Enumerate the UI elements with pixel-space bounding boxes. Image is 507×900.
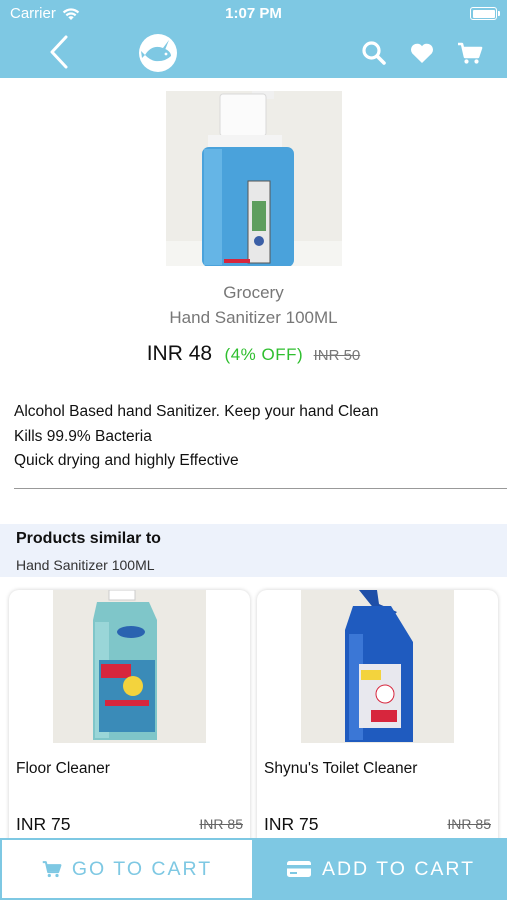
product-card-floor-cleaner[interactable]: Floor Cleaner INR 75 INR 85 xyxy=(9,590,250,850)
product-category: Grocery xyxy=(223,283,284,302)
status-bar: Carrier 1:07 PM xyxy=(0,0,507,28)
product-name: Hand Sanitizer 100ML xyxy=(169,308,338,327)
product-description: Alcohol Based hand Sanitizer. Keep your … xyxy=(14,400,379,474)
go-to-cart-button[interactable]: GO TO CART xyxy=(0,838,254,900)
cart-icon[interactable] xyxy=(457,40,483,66)
product-image xyxy=(166,91,342,266)
search-icon[interactable] xyxy=(361,40,387,66)
add-to-cart-label: ADD TO CART xyxy=(321,857,476,880)
product-card-original-price: INR 85 xyxy=(199,816,243,832)
price-row: INR 48 (4% OFF) INR 50 xyxy=(0,342,507,366)
top-bar: Carrier 1:07 PM xyxy=(0,0,507,78)
product-card-price: INR 75 xyxy=(16,814,71,834)
battery-icon xyxy=(470,7,500,20)
back-chevron-icon[interactable] xyxy=(44,34,74,70)
bottom-action-bar: GO TO CART ADD TO CART xyxy=(0,838,507,900)
product-price: INR 48 xyxy=(146,342,213,365)
discount-label: (4% OFF) xyxy=(224,345,304,364)
status-time: 1:07 PM xyxy=(225,5,282,22)
credit-card-icon xyxy=(286,861,311,877)
similar-products-header: Products similar to Hand Sanitizer 100ML xyxy=(0,524,507,577)
add-to-cart-button[interactable]: ADD TO CART xyxy=(254,838,507,900)
cart-icon xyxy=(42,861,62,878)
toilet-cleaner-bottle-icon xyxy=(301,590,454,743)
product-card-name: Shynu's Toilet Cleaner xyxy=(264,760,418,777)
heart-icon[interactable] xyxy=(409,40,435,66)
floor-cleaner-bottle-icon xyxy=(53,590,206,743)
similar-subtitle: Hand Sanitizer 100ML xyxy=(16,557,155,573)
description-line: Alcohol Based hand Sanitizer. Keep your … xyxy=(14,403,379,420)
go-to-cart-label: GO TO CART xyxy=(71,857,213,880)
product-card-name: Floor Cleaner xyxy=(16,760,110,777)
product-card-image xyxy=(301,590,454,743)
navigation-bar xyxy=(0,28,507,78)
description-line: Quick drying and highly Effective xyxy=(14,452,239,469)
product-card-toilet-cleaner[interactable]: Shynu's Toilet Cleaner INR 75 INR 85 xyxy=(257,590,498,850)
hand-sanitizer-bottle-icon xyxy=(166,91,342,266)
description-line: Kills 99.9% Bacteria xyxy=(14,427,152,445)
product-card-original-price: INR 85 xyxy=(447,816,491,832)
original-price: INR 50 xyxy=(313,347,361,364)
product-card-image xyxy=(53,590,206,743)
fish-logo-icon[interactable] xyxy=(138,33,178,73)
product-card-price: INR 75 xyxy=(264,814,319,834)
similar-title: Products similar to xyxy=(16,530,161,547)
divider xyxy=(14,488,507,489)
